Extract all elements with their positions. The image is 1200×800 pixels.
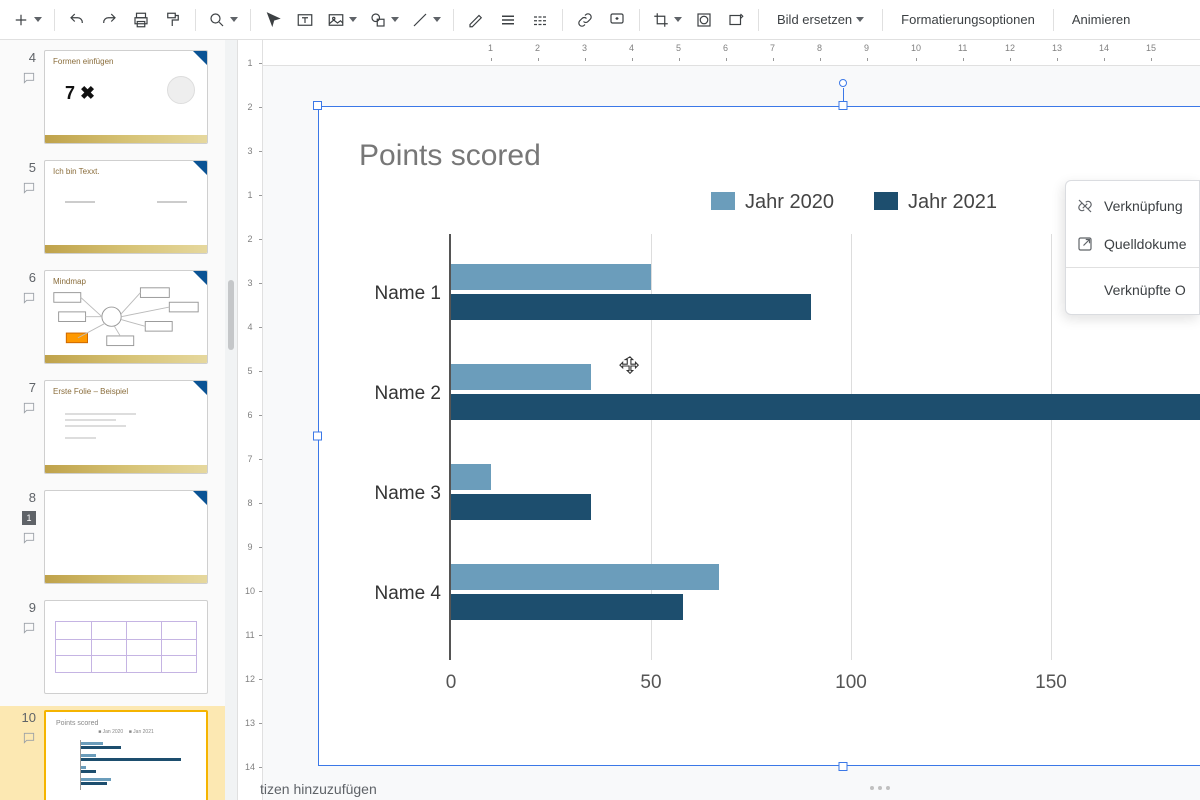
animate-label: Animieren — [1072, 12, 1131, 27]
chart-context-menu: Verknüpfung Quelldokume Verknüpfte O — [1065, 180, 1200, 315]
category-label: Name 4 — [359, 583, 441, 605]
legend-label: Jahr 2020 — [745, 191, 834, 213]
speaker-notes-icon: 1 — [22, 511, 36, 525]
thumb-big-text: 7 ✖ — [65, 83, 95, 104]
thumb-scrollbar[interactable] — [225, 40, 237, 800]
border-color-button[interactable] — [462, 6, 490, 34]
bar-series-0 — [451, 564, 719, 590]
bar-series-1 — [451, 594, 683, 620]
image-tool[interactable] — [323, 6, 361, 34]
crop-button[interactable] — [648, 6, 686, 34]
mask-button[interactable] — [690, 6, 718, 34]
slide-number: 6 — [29, 270, 36, 285]
slide-thumb[interactable]: 7 Erste Folie – Beispiel — [0, 376, 225, 486]
x-tick-label: 100 — [835, 672, 867, 694]
comment-icon — [22, 401, 36, 415]
legend-swatch — [711, 192, 735, 210]
comment-button[interactable] — [603, 6, 631, 34]
comment-icon — [22, 181, 36, 195]
link-button[interactable] — [571, 6, 599, 34]
slide-number: 4 — [29, 50, 36, 65]
thumb-title: Formen einfügen — [53, 57, 113, 66]
slide-number: 7 — [29, 380, 36, 395]
reset-image-button[interactable] — [722, 6, 750, 34]
toolbar: Bild ersetzen Formatierungsoptionen Anim… — [0, 0, 1200, 40]
resize-handle-tl[interactable] — [313, 101, 322, 110]
select-tool[interactable] — [259, 6, 287, 34]
resize-handle-bm[interactable] — [839, 762, 848, 771]
comment-icon — [22, 621, 36, 635]
animate-button[interactable]: Animieren — [1062, 6, 1141, 34]
bar-series-1 — [451, 394, 1200, 420]
open-external-icon — [1076, 235, 1094, 253]
border-weight-button[interactable] — [494, 6, 522, 34]
category-label: Name 3 — [359, 483, 441, 505]
menu-label: Verknüpfung — [1104, 198, 1183, 214]
menu-linked-objects[interactable]: Verknüpfte O — [1066, 272, 1199, 308]
rotate-handle[interactable] — [839, 79, 847, 87]
menu-label: Verknüpfte O — [1104, 282, 1186, 298]
border-dash-button[interactable] — [526, 6, 554, 34]
canvas-area: 123456789101112131415 Points scored Jahr… — [263, 40, 1200, 800]
zoom-button[interactable] — [204, 6, 242, 34]
slide-thumb[interactable]: 4 Formen einfügen 7 ✖ — [0, 46, 225, 156]
legend-swatch — [874, 192, 898, 210]
unlink-icon — [1076, 197, 1094, 215]
horizontal-ruler: 123456789101112131415 — [263, 40, 1200, 66]
line-tool[interactable] — [407, 6, 445, 34]
slide-thumb[interactable]: 5 Ich bin Texxt. — [0, 156, 225, 266]
x-tick-label: 150 — [1035, 672, 1067, 694]
comment-icon — [22, 531, 36, 545]
menu-divider — [1066, 267, 1199, 268]
menu-unlink[interactable]: Verknüpfung — [1066, 187, 1199, 225]
comment-icon — [22, 731, 36, 745]
x-tick-label: 0 — [446, 672, 457, 694]
print-button[interactable] — [127, 6, 155, 34]
bar-series-0 — [451, 364, 591, 390]
slide-thumb[interactable]: 9 — [0, 596, 225, 706]
drag-handle-icon[interactable] — [870, 786, 890, 790]
category-label: Name 1 — [359, 283, 441, 305]
shape-tool[interactable] — [365, 6, 403, 34]
new-slide-button[interactable] — [8, 6, 46, 34]
textbox-tool[interactable] — [291, 6, 319, 34]
speaker-notes-hint[interactable]: tizen hinzuzufügen — [260, 781, 377, 797]
slide-number: 10 — [22, 710, 36, 725]
bar-series-0 — [451, 464, 491, 490]
slide-thumb-selected[interactable]: 10 Points scored ■ Jan 2020 ■ Jan 2021 — [0, 706, 225, 800]
replace-image-button[interactable]: Bild ersetzen — [767, 6, 874, 34]
thumb-title: Erste Folie – Beispiel — [53, 387, 128, 396]
comment-icon — [22, 291, 36, 305]
replace-image-label: Bild ersetzen — [777, 12, 852, 27]
bar-series-0 — [451, 264, 651, 290]
slide-number: 8 — [29, 490, 36, 505]
menu-open-source[interactable]: Quelldokume — [1066, 225, 1199, 263]
slide-thumb[interactable]: 6 Mindmap — [0, 266, 225, 376]
legend-label: Jahr 2021 — [908, 191, 997, 213]
slide-thumb[interactable]: 8 1 — [0, 486, 225, 596]
resize-handle-ml[interactable] — [313, 432, 322, 441]
paint-format-button[interactable] — [159, 6, 187, 34]
slide-number: 9 — [29, 600, 36, 615]
thumb-title: Ich bin Texxt. — [53, 167, 100, 176]
comment-icon — [22, 71, 36, 85]
redo-button[interactable] — [95, 6, 123, 34]
undo-button[interactable] — [63, 6, 91, 34]
category-label: Name 2 — [359, 383, 441, 405]
vertical-ruler: 1231234567891011121314 — [237, 40, 263, 800]
bar-series-1 — [451, 294, 811, 320]
slide-number: 5 — [29, 160, 36, 175]
format-options-button[interactable]: Formatierungsoptionen — [891, 6, 1045, 34]
slide-stage[interactable]: Points scored Jahr 2020 Jahr 2021 0 50 100… — [263, 66, 1200, 800]
resize-handle-tm[interactable] — [839, 101, 848, 110]
menu-label: Quelldokume — [1104, 236, 1187, 252]
x-tick-label: 50 — [640, 672, 661, 694]
format-options-label: Formatierungsoptionen — [901, 12, 1035, 27]
chart-title: Points scored — [359, 139, 1200, 173]
slide-panel[interactable]: 4 Formen einfügen 7 ✖ 5 Ich bin Texxt. 6 — [0, 40, 225, 800]
bar-series-1 — [451, 494, 591, 520]
main-area: 4 Formen einfügen 7 ✖ 5 Ich bin Texxt. 6 — [0, 40, 1200, 800]
